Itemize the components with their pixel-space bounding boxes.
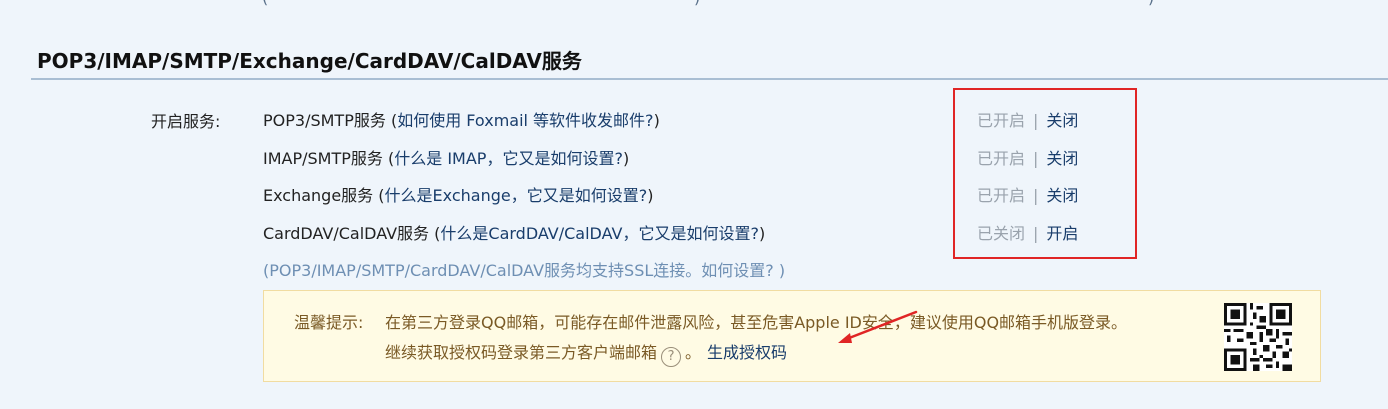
red-arrow-icon [838,310,918,343]
tip-box: 温馨提示: 在第三方登录QQ邮箱，可能存在邮件泄露风险，甚至危害Apple ID… [263,290,1321,382]
tip-text: 在第三方登录QQ邮箱，可能存在邮件泄露风险，甚至危害Apple ID安全，建议使… [385,313,1128,332]
paren-close: ) [622,149,630,168]
service-help-link[interactable]: 什么是Exchange，它又是如何设置? [385,186,648,205]
clipped-previous-row: ( ) ) [262,0,1162,7]
generate-auth-code-link[interactable]: 生成授权码 [707,343,787,362]
service-row-pop3: POP3/SMTP服务 (如何使用 Foxmail 等软件收发邮件?) [263,107,660,130]
section-title: POP3/IMAP/SMTP/Exchange/CardDAV/CalDAV服务 [37,49,582,73]
clipped-paren-left: ( [262,0,268,7]
tip-line2: 继续获取授权码登录第三方客户端邮箱?。生成授权码 [385,339,787,367]
service-help-link[interactable]: 如何使用 Foxmail 等软件收发邮件? [397,111,653,130]
status-highlight-box [953,88,1137,259]
service-name: IMAP/SMTP服务 [263,149,383,168]
clipped-paren-mid: ) [694,0,700,7]
section-divider [31,78,1388,80]
tip-line2-end: 。 [685,343,702,362]
service-name: Exchange服务 [263,186,374,205]
paren-close: ) [758,224,766,243]
ssl-note-text: (POP3/IMAP/SMTP/CardDAV/CalDAV服务均支持SSL连接… [263,261,702,280]
qr-code-icon [1224,303,1292,371]
tip-line2-text: 继续获取授权码登录第三方客户端邮箱 [385,343,658,362]
tip-label: 温馨提示: [294,313,364,332]
ssl-setup-link[interactable]: 如何设置? [701,261,774,280]
service-name: CardDAV/CalDAV服务 [263,224,430,243]
service-name: POP3/SMTP服务 [263,111,386,130]
ssl-note: (POP3/IMAP/SMTP/CardDAV/CalDAV服务均支持SSL连接… [263,257,785,281]
service-row-imap: IMAP/SMTP服务 (什么是 IMAP，它又是如何设置?) [263,145,630,168]
clipped-paren-right: ) [1148,0,1154,7]
paren-close: ) [653,111,660,130]
ssl-note-close: ) [773,261,786,280]
service-row-carddav: CardDAV/CalDAV服务 (什么是CardDAV/CalDAV，它又是如… [263,220,766,243]
paren-close: ) [647,186,654,205]
services-label: 开启服务: [151,112,221,131]
service-help-link[interactable]: 什么是 IMAP，它又是如何设置? [394,149,623,168]
service-row-exchange: Exchange服务 (什么是Exchange，它又是如何设置?) [263,182,654,205]
service-help-link[interactable]: 什么是CardDAV/CalDAV，它又是如何设置? [440,224,759,243]
help-circle-icon[interactable]: ? [661,347,682,367]
